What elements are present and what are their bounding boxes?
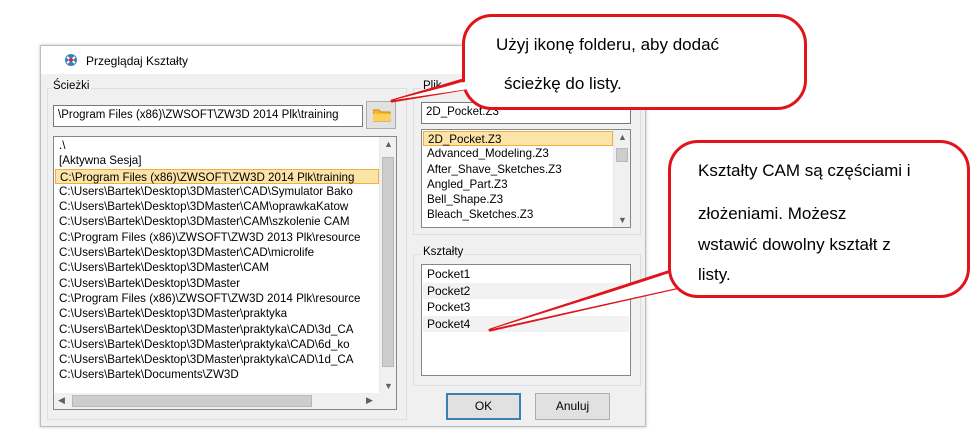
folder-callout: Użyj ikonę folderu, aby dodać ścieżkę do… (462, 14, 807, 110)
folder-callout-line1: Użyj ikonę folderu, aby dodać (496, 35, 720, 54)
folder-callout-line2: ścieżkę do listy. (504, 74, 622, 93)
shapes-callout-line2: złożeniami. Możesz (698, 204, 847, 223)
shapes-callout-line4: listy. (698, 265, 731, 284)
shapes-callout-line1: Kształty CAM są częściami i (698, 161, 911, 180)
shapes-callout-line3: wstawić dowolny kształt z (698, 235, 891, 254)
shapes-callout: Kształty CAM są częściami i złożeniami. … (668, 140, 970, 298)
